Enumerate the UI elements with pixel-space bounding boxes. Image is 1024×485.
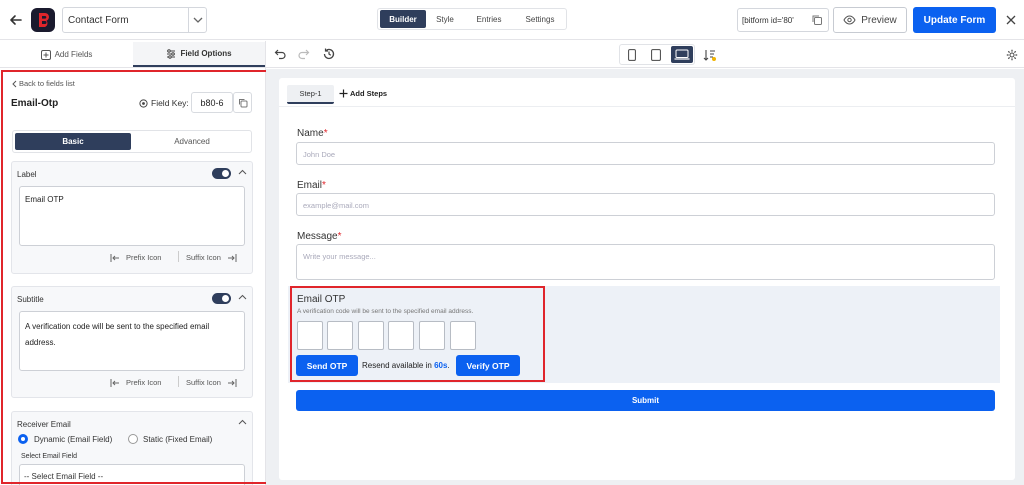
email-input[interactable]: example@mail.com xyxy=(296,193,995,216)
shortcode-box[interactable]: [bitform id='80' xyxy=(737,8,829,32)
plus-square-icon xyxy=(40,49,51,60)
email-placeholder: example@mail.com xyxy=(303,201,369,210)
preview-label: Preview xyxy=(861,14,897,26)
breakpoint-icon[interactable] xyxy=(703,48,717,62)
tab-style[interactable]: Style xyxy=(428,10,462,28)
gear-icon[interactable] xyxy=(1006,49,1018,61)
step-1-tab[interactable]: Step-1 xyxy=(287,85,334,104)
preview-button[interactable]: Preview xyxy=(833,7,907,33)
message-label: Message* xyxy=(297,231,342,242)
name-input[interactable]: John Doe xyxy=(296,142,995,165)
sidebar-highlight xyxy=(1,70,268,484)
tab-field-options-label: Field Options xyxy=(180,49,232,58)
close-icon[interactable] xyxy=(1006,15,1016,25)
desktop-icon[interactable] xyxy=(671,46,693,63)
undo-icon[interactable] xyxy=(274,48,286,60)
form-name: Contact Form xyxy=(68,15,129,26)
eye-icon xyxy=(843,15,856,25)
tab-settings[interactable]: Settings xyxy=(516,10,564,28)
app-logo xyxy=(31,8,55,32)
add-steps-button[interactable]: Add Steps xyxy=(339,89,387,98)
message-textarea[interactable]: Write your message... xyxy=(296,244,995,280)
redo-icon[interactable] xyxy=(298,48,310,60)
copy-icon[interactable] xyxy=(811,14,823,26)
device-switcher xyxy=(619,44,695,65)
tab-entries[interactable]: Entries xyxy=(464,10,514,28)
message-placeholder: Write your message... xyxy=(303,252,376,261)
plus-icon xyxy=(339,89,348,98)
tab-add-fields[interactable]: Add Fields xyxy=(0,42,133,67)
name-label: Name* xyxy=(297,128,328,139)
back-arrow-icon[interactable] xyxy=(7,11,25,29)
tablet-icon[interactable] xyxy=(651,49,661,61)
history-icon[interactable] xyxy=(322,47,336,61)
otp-field-highlight xyxy=(290,286,545,382)
view-tabs: Builder Style Entries Settings xyxy=(377,8,567,30)
form-selector[interactable]: Contact Form xyxy=(62,7,207,33)
tab-field-options[interactable]: Field Options xyxy=(133,42,265,67)
mobile-icon[interactable] xyxy=(628,49,636,61)
top-bar: Contact Form Builder Style Entries Setti… xyxy=(0,0,1024,40)
add-steps-label: Add Steps xyxy=(350,89,388,98)
tab-add-fields-label: Add Fields xyxy=(54,50,93,59)
submit-button[interactable]: Submit xyxy=(296,390,995,411)
tab-builder[interactable]: Builder xyxy=(380,10,426,28)
chevron-down-icon xyxy=(193,16,203,24)
name-placeholder: John Doe xyxy=(303,150,336,159)
email-label: Email* xyxy=(297,180,326,191)
update-form-button[interactable]: Update Form xyxy=(913,7,996,33)
shortcode-text: [bitform id='80' xyxy=(742,16,794,25)
sliders-icon xyxy=(167,48,176,59)
